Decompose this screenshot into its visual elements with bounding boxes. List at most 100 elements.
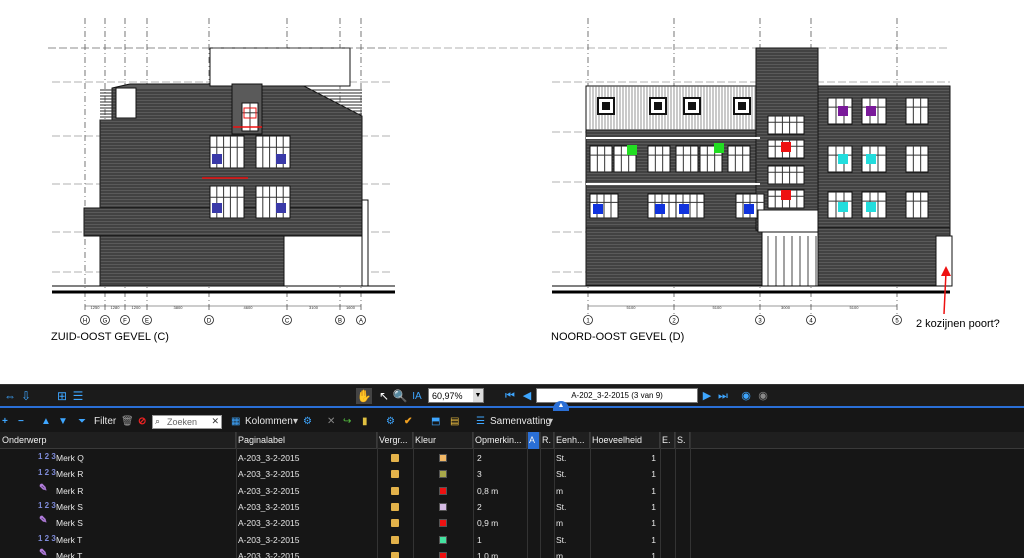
length-markup-icon: ✎ xyxy=(39,547,48,558)
row-color-swatch[interactable] xyxy=(439,535,447,544)
column-header-r[interactable]: R. xyxy=(540,432,554,449)
select-text-icon[interactable]: IA xyxy=(409,388,425,404)
markup-annotation-text[interactable]: 2 kozijnen poort? xyxy=(916,318,1000,330)
chevron-down-icon[interactable]: ▼ xyxy=(473,389,483,402)
row-color-swatch[interactable] xyxy=(439,551,447,558)
summary-list-icon[interactable]: ☰ xyxy=(476,414,485,430)
previous-page-icon[interactable]: ◀ xyxy=(521,389,533,403)
left-grid-bubble-label: D xyxy=(207,319,212,325)
left-grid-bubble-label: B xyxy=(338,319,342,325)
split-horizontal-icon[interactable]: ☰ xyxy=(70,388,86,404)
settings-gear-2-icon[interactable]: ⚙ xyxy=(386,414,395,430)
sort-up-icon[interactable]: ▲ xyxy=(41,414,51,430)
column-header-lock[interactable]: Vergr... xyxy=(377,432,413,449)
row-color-swatch[interactable] xyxy=(439,470,447,479)
table-row[interactable]: 1 2 3 Merk Q A-203_3-2-2015 2 St. 1 xyxy=(0,450,1024,466)
split-vertical-icon[interactable]: ⊞ xyxy=(54,388,70,404)
lock-icon[interactable] xyxy=(391,519,399,528)
collapse-all-icon[interactable]: − xyxy=(18,414,24,430)
next-view-icon[interactable]: ◉ xyxy=(757,389,769,403)
fit-page-icon[interactable]: ⇩ xyxy=(18,388,34,404)
table-header: Onderwerp Paginalabel Vergr... Kleur Opm… xyxy=(0,432,1024,449)
lock-icon[interactable] xyxy=(391,502,399,511)
column-header-color[interactable]: Kleur xyxy=(413,432,473,449)
delete-icon[interactable]: 🗑 xyxy=(121,414,134,430)
left-roof-volume xyxy=(209,47,351,87)
filter-button[interactable]: Filter xyxy=(94,414,116,430)
document-icon[interactable]: ▤ xyxy=(450,414,459,430)
row-page-label: A-203_3-2-2015 xyxy=(238,469,300,480)
sort-down-icon[interactable]: ▼ xyxy=(58,414,68,430)
right-elevation-title: NOORD-OOST GEVEL (D) xyxy=(551,331,685,343)
drawing-canvas[interactable]: 1250 1280 1200 3800 4600 3100 1600 H G F E D C B A 5100… xyxy=(0,0,1024,384)
column-header-page-label[interactable]: Paginalabel xyxy=(236,432,377,449)
columns-icon[interactable]: ▦ xyxy=(231,414,240,430)
column-separator xyxy=(377,432,378,558)
export-icon[interactable]: ⬒ xyxy=(431,414,440,430)
table-row[interactable]: 1 2 3 Merk R A-203_3-2-2015 3 St. 1 xyxy=(0,466,1024,482)
filter-icon[interactable]: ⏷ xyxy=(78,414,86,430)
row-color-swatch[interactable] xyxy=(439,502,447,511)
markups-table-body: 1 2 3 Merk Q A-203_3-2-2015 2 St. 1 1 2 … xyxy=(0,450,1024,558)
select-arrow-icon[interactable]: ↖ xyxy=(376,388,392,404)
table-row[interactable]: ✎ Merk T A-203_3-2-2015 1,0 m m 1 xyxy=(0,548,1024,558)
pan-hand-icon[interactable]: ✋ xyxy=(356,388,372,404)
row-color-swatch[interactable] xyxy=(439,519,447,528)
table-row[interactable]: 1 2 3 Merk S A-203_3-2-2015 2 St. 1 xyxy=(0,499,1024,515)
row-comment: 2 xyxy=(477,453,482,463)
row-color-swatch[interactable] xyxy=(439,454,447,462)
cancel-x-icon[interactable]: ✕ xyxy=(327,414,335,430)
settings-gear-icon[interactable]: ⚙ xyxy=(303,414,312,430)
columns-button[interactable]: Kolommen xyxy=(245,414,293,430)
clear-search-icon[interactable]: ✕ xyxy=(211,416,219,427)
lock-icon[interactable] xyxy=(391,454,399,462)
row-comment: 0,9 m xyxy=(477,518,499,529)
table-row[interactable]: 1 2 3 Merk T A-203_3-2-2015 1 St. 1 xyxy=(0,532,1024,548)
reply-arrow-icon[interactable]: ↪ xyxy=(343,414,351,430)
lock-icon[interactable] xyxy=(391,470,399,479)
lock-icon[interactable] xyxy=(391,486,399,495)
roof-window-inner xyxy=(738,102,746,110)
purple-markup-square xyxy=(866,106,876,116)
column-header-author[interactable]: A xyxy=(527,432,540,449)
row-unit: m xyxy=(556,485,564,496)
left-dimension-text: 3100 xyxy=(309,305,319,310)
row-comment: 0,8 m xyxy=(477,485,499,496)
last-page-icon[interactable]: ⏭ xyxy=(717,389,729,403)
table-row[interactable]: ✎ Merk S A-203_3-2-2015 0,9 m m 1 xyxy=(0,515,1024,531)
green-markup-square xyxy=(714,143,724,153)
clear-filter-icon[interactable]: ⊘ xyxy=(138,414,146,430)
zoom-level-select[interactable]: 60,97% ▼ xyxy=(428,388,484,403)
column-header-e[interactable]: E. xyxy=(660,432,675,449)
search-input[interactable]: ⌕ Zoeken ✕ xyxy=(152,415,222,429)
viewer-toolbar: ⇔ ⇩ ⊞ ☰ ✋ ↖ 🔍 IA 60,97% ▼ ⏮ ◀ A-202_3-2-… xyxy=(0,384,1024,406)
first-page-icon[interactable]: ⏮ xyxy=(504,389,516,403)
lock-icon[interactable] xyxy=(391,551,399,558)
summary-dropdown-icon[interactable]: ▾ xyxy=(548,414,553,430)
next-page-icon[interactable]: ▶ xyxy=(701,389,713,403)
left-ground-opening xyxy=(283,235,363,287)
zoom-icon[interactable]: 🔍 xyxy=(392,388,408,404)
column-header-quantity[interactable]: Hoeveelheid xyxy=(590,432,660,449)
column-header-s[interactable]: S. xyxy=(675,432,690,449)
table-row[interactable]: ✎ Merk R A-203_3-2-2015 0,8 m m 1 xyxy=(0,483,1024,499)
column-header-subject[interactable]: Onderwerp xyxy=(0,432,236,449)
column-header-comments[interactable]: Opmerkin... xyxy=(473,432,527,449)
summary-button[interactable]: Samenvatting xyxy=(490,414,551,430)
status-light-icon[interactable]: ▮ xyxy=(362,414,368,430)
checkmark-icon[interactable]: ✔ xyxy=(404,414,412,430)
fit-width-icon[interactable]: ⇔ xyxy=(2,388,18,404)
row-page-label: A-203_3-2-2015 xyxy=(238,518,300,529)
row-subject: Merk R xyxy=(56,485,84,496)
lock-icon[interactable] xyxy=(391,535,399,544)
row-color-swatch[interactable] xyxy=(439,486,447,495)
column-header-unit[interactable]: Eenh... xyxy=(554,432,590,449)
row-unit: St. xyxy=(556,501,567,512)
cyan-markup-square xyxy=(838,154,848,164)
columns-dropdown-icon[interactable]: ▾ xyxy=(293,414,298,430)
previous-view-icon[interactable]: ◉ xyxy=(740,389,752,403)
right-gate-opening xyxy=(935,235,953,287)
expand-all-icon[interactable]: + xyxy=(2,414,8,430)
row-subject: Merk R xyxy=(56,469,84,480)
row-quantity: 1 xyxy=(651,469,656,480)
